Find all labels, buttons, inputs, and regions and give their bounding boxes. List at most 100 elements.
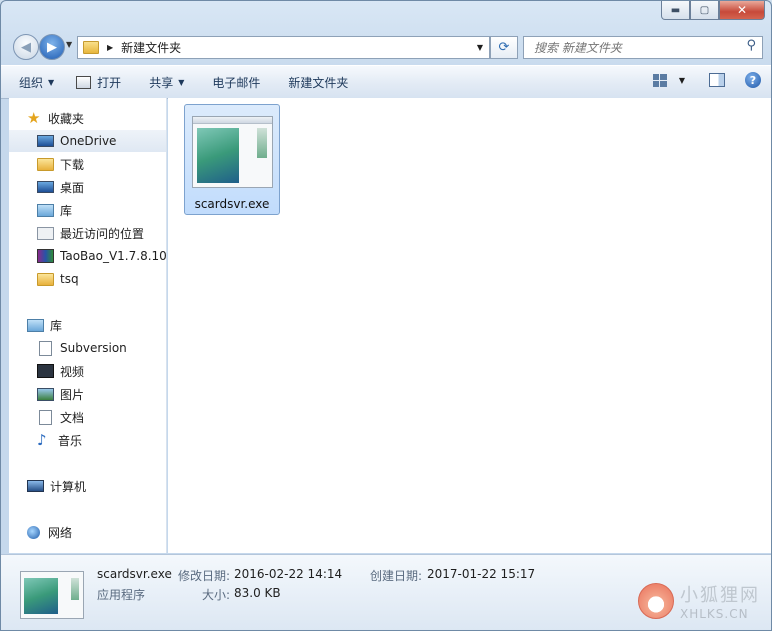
- sidebar-item-label: TaoBao_V1.7.8.10_: [60, 249, 166, 263]
- star-icon: ★: [27, 108, 41, 127]
- navigation-pane: ★ 收藏夹 OneDrive 下载 桌面 库 最近访问的位置 TaoBao_V1…: [9, 98, 167, 553]
- arrow-left-icon: ◀: [21, 39, 31, 55]
- sidebar-item-label: tsq: [60, 272, 79, 286]
- onedrive-icon: [37, 135, 54, 147]
- caption-buttons: ▬ ▢ ✕: [661, 1, 765, 20]
- exe-icon: [192, 116, 273, 188]
- forward-button[interactable]: ▶: [39, 34, 65, 60]
- sidebar-item-label: OneDrive: [60, 134, 117, 148]
- sidebar-favorites[interactable]: ★ 收藏夹: [27, 107, 166, 129]
- sidebar-item-downloads[interactable]: 下载: [37, 153, 166, 175]
- back-button[interactable]: ◀: [13, 34, 39, 60]
- sidebar-libraries[interactable]: 库: [27, 314, 166, 336]
- search-icon[interactable]: ⚲: [746, 38, 756, 53]
- breadcrumb-segment[interactable]: 新建文件夹: [121, 39, 181, 56]
- downloads-folder-icon: [37, 157, 54, 171]
- sidebar-item-label: 库: [50, 318, 63, 333]
- new-folder-button[interactable]: 新建文件夹: [288, 74, 348, 91]
- recent-pages-chevron-icon[interactable]: ▼: [66, 40, 72, 49]
- breadcrumb-chevron-icon[interactable]: ▶: [107, 43, 113, 52]
- window-icon: [76, 75, 92, 89]
- sidebar-computer[interactable]: 计算机: [27, 475, 166, 497]
- sidebar-item-label: Subversion: [60, 341, 127, 355]
- refresh-icon: ⟳: [498, 40, 510, 55]
- sidebar-item-recent-places[interactable]: 最近访问的位置: [37, 222, 166, 244]
- file-item[interactable]: scardsvr.exe: [184, 104, 280, 215]
- video-icon: [37, 364, 54, 378]
- sidebar-item-label: 收藏夹: [48, 111, 85, 126]
- watermark-en: XHLKS.CN: [680, 607, 749, 621]
- network-icon: [27, 525, 40, 539]
- sidebar-item-subversion[interactable]: Subversion: [37, 337, 166, 359]
- sidebar-item-library[interactable]: 库: [37, 199, 166, 221]
- details-filename: scardsvr.exe: [97, 567, 172, 581]
- share-button[interactable]: 共享 ▼: [149, 74, 184, 91]
- organize-button[interactable]: 组织 ▼: [19, 74, 54, 91]
- sidebar-item-music[interactable]: ♪ 音乐: [37, 429, 166, 451]
- watermark-cn: 小狐狸网: [680, 585, 760, 606]
- details-created-value: 2017-01-22 15:17: [427, 567, 536, 581]
- folder-icon: [37, 272, 54, 286]
- fox-logo-icon: [638, 583, 674, 619]
- sidebar-item-label: 最近访问的位置: [60, 226, 145, 241]
- preview-pane-icon[interactable]: [709, 73, 725, 87]
- details-created-label: 创建日期:: [370, 569, 423, 583]
- sidebar-item-label: 下载: [60, 157, 85, 172]
- sidebar-item-label: 网络: [48, 525, 73, 540]
- arrow-right-icon: ▶: [47, 39, 57, 55]
- new-folder-label: 新建文件夹: [288, 75, 349, 90]
- chevron-down-icon: ▼: [178, 77, 185, 87]
- computer-icon: [27, 480, 44, 492]
- open-label: 打开: [97, 75, 122, 90]
- refresh-button[interactable]: ⟳: [490, 36, 518, 59]
- sidebar-item-taobao[interactable]: TaoBao_V1.7.8.10_: [37, 245, 166, 267]
- recent-places-icon: [37, 226, 54, 240]
- desktop-icon: [37, 181, 54, 193]
- music-note-icon: ♪: [37, 430, 47, 449]
- document-icon: [39, 409, 52, 425]
- address-bar[interactable]: ▶ 新建文件夹 ▼: [77, 36, 490, 59]
- folder-icon: [83, 41, 99, 54]
- maximize-button[interactable]: ▢: [690, 1, 719, 20]
- watermark: 小狐狸网 XHLKS.CN: [632, 577, 772, 629]
- document-icon: [39, 340, 52, 356]
- sidebar-item-videos[interactable]: 视频: [37, 360, 166, 382]
- explorer-window: ▬ ▢ ✕ ◀ ▶ ▼ ▶ 新建文件夹 ▼ ⟳ ⚲ 组织 ▼: [0, 0, 772, 631]
- help-icon[interactable]: ?: [745, 72, 761, 88]
- sidebar-item-documents[interactable]: 文档: [37, 406, 166, 428]
- view-dropdown-icon[interactable]: ▼: [679, 76, 685, 85]
- sidebar-item-label: 音乐: [58, 433, 83, 448]
- sidebar-item-onedrive[interactable]: OneDrive: [9, 130, 166, 152]
- search-input[interactable]: [532, 39, 736, 56]
- details-modified-value: 2016-02-22 14:14: [234, 567, 343, 581]
- minimize-button[interactable]: ▬: [661, 1, 690, 20]
- open-button[interactable]: 打开: [76, 74, 121, 91]
- library-icon: [37, 203, 54, 217]
- sidebar-item-desktop[interactable]: 桌面: [37, 176, 166, 198]
- email-label: 电子邮件: [212, 75, 261, 90]
- sidebar-item-pictures[interactable]: 图片: [37, 383, 166, 405]
- sidebar-item-label: 视频: [60, 364, 85, 379]
- change-view-icon[interactable]: [652, 73, 667, 87]
- details-size-value: 83.0 KB: [234, 586, 281, 600]
- file-name: scardsvr.exe: [194, 197, 270, 211]
- sidebar-item-label: 计算机: [50, 479, 87, 494]
- command-bar: 组织 ▼ 打开 共享 ▼ 电子邮件 新建文件夹 ▼ ?: [1, 65, 771, 99]
- sidebar-network[interactable]: 网络: [27, 521, 166, 543]
- sidebar-item-label: 桌面: [60, 180, 85, 195]
- sidebar-item-label: 库: [60, 203, 73, 218]
- email-button[interactable]: 电子邮件: [212, 74, 260, 91]
- close-button[interactable]: ✕: [719, 1, 765, 20]
- address-dropdown-icon[interactable]: ▼: [477, 43, 483, 52]
- organize-label: 组织: [19, 75, 44, 90]
- exe-icon: [20, 571, 84, 619]
- toolbar-right: ▼ ?: [652, 72, 761, 88]
- sidebar-item-tsq[interactable]: tsq: [37, 268, 166, 290]
- search-box: ⚲: [523, 36, 763, 59]
- details-modified-label: 修改日期:: [178, 569, 231, 583]
- chevron-down-icon: ▼: [48, 77, 55, 87]
- libraries-icon: [27, 318, 44, 332]
- navigation-bar: ◀ ▶ ▼ ▶ 新建文件夹 ▼ ⟳ ⚲: [9, 32, 763, 62]
- file-list[interactable]: scardsvr.exe: [168, 98, 771, 553]
- picture-icon: [37, 387, 54, 401]
